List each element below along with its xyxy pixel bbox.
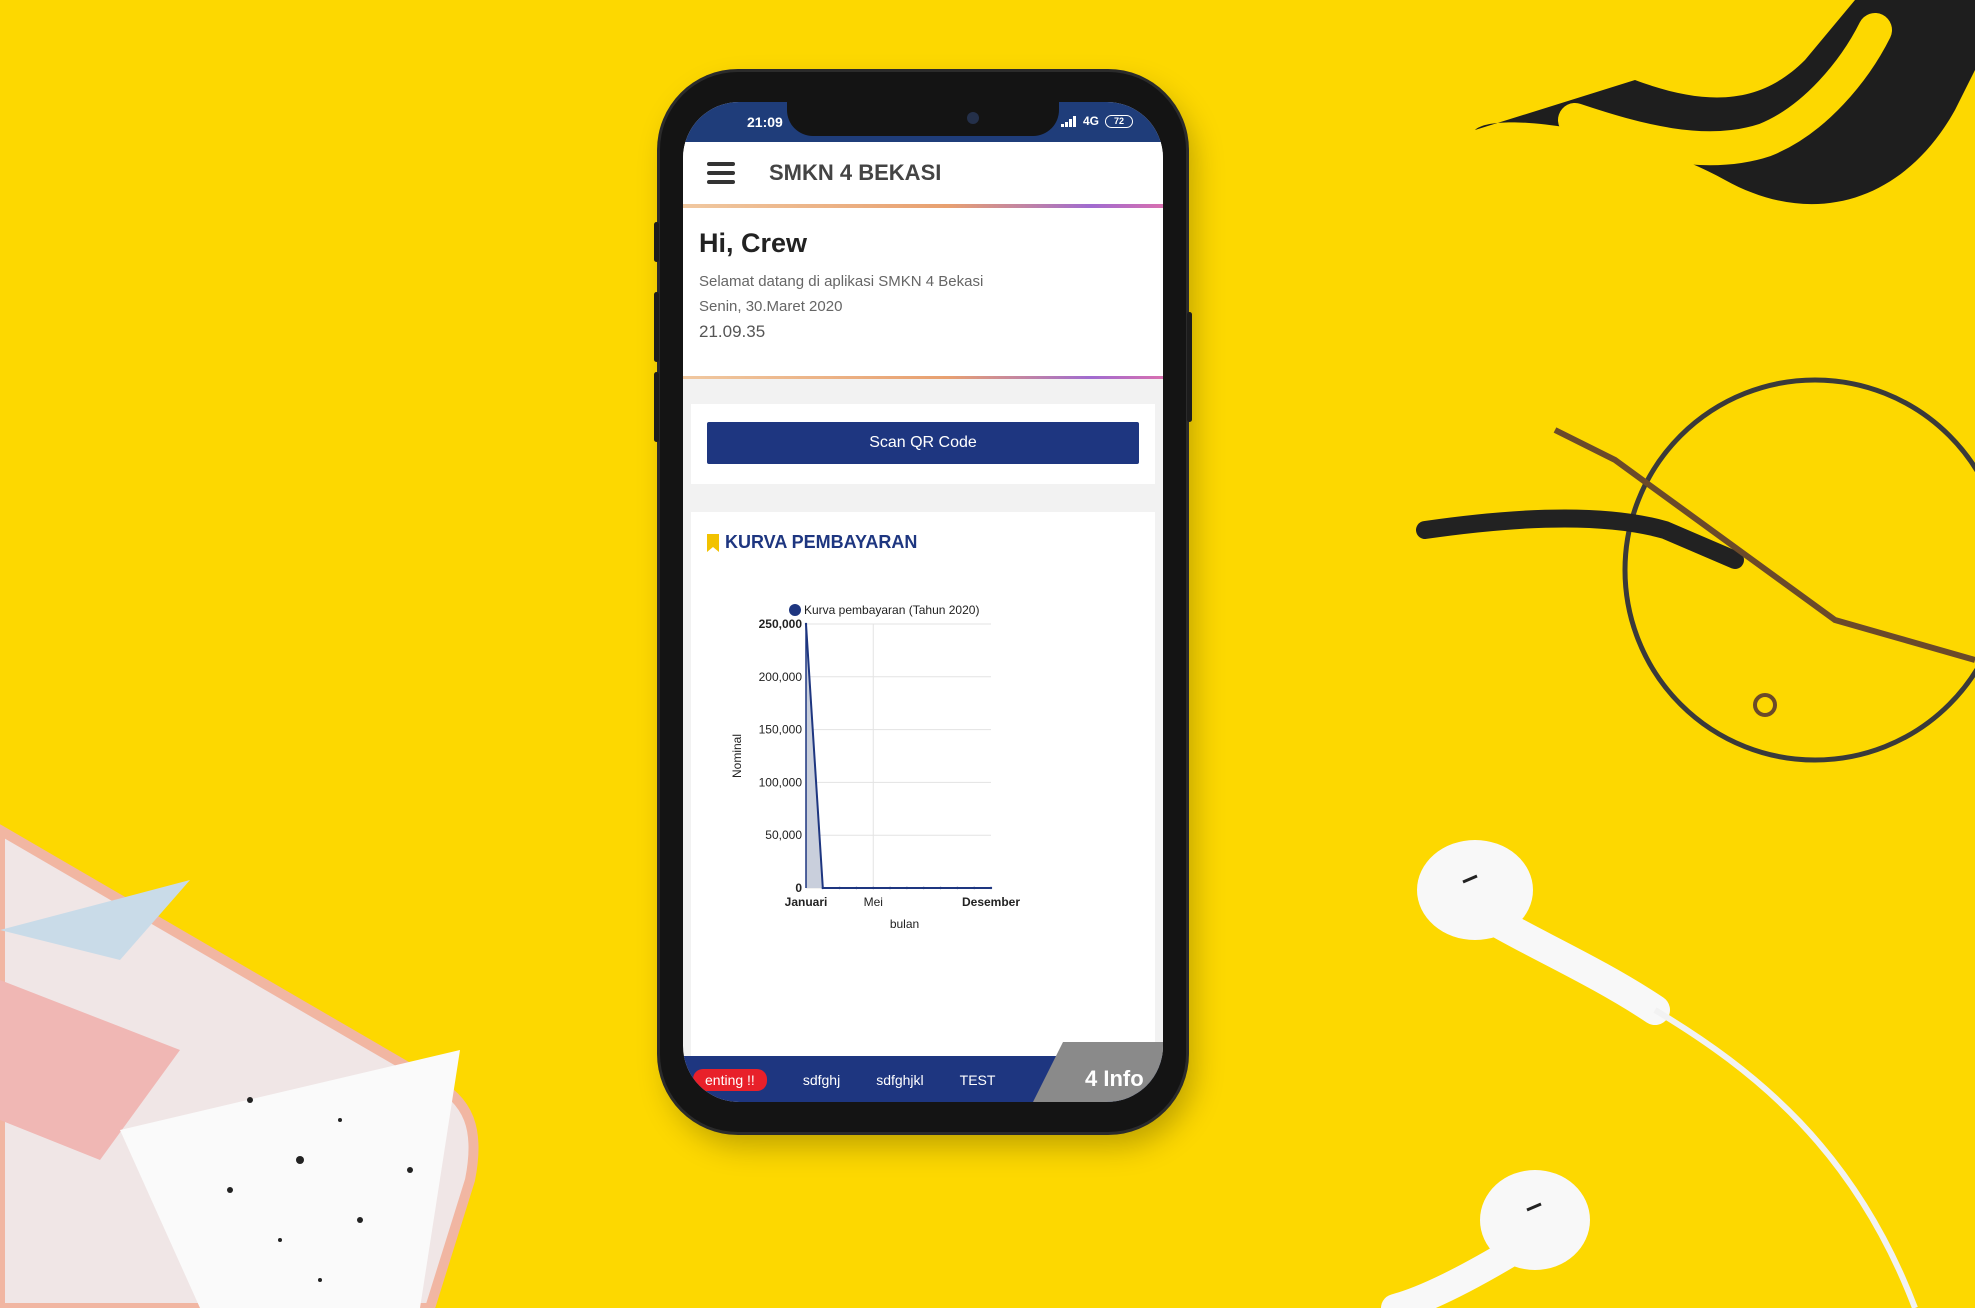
ticker-item[interactable]: sdfghj <box>803 1069 840 1091</box>
data-point <box>838 886 841 890</box>
phone-case-decoration <box>0 824 479 1308</box>
data-point <box>821 886 825 890</box>
y-tick-label: 0 <box>795 881 802 895</box>
current-date: Senin, 30.Maret 2020 <box>699 298 843 315</box>
hamburger-menu-icon[interactable] <box>707 162 735 184</box>
legend-label: Kurva pembayaran (Tahun 2020) <box>804 603 979 617</box>
ticker-item[interactable]: sdfghjkl <box>876 1069 923 1091</box>
y-tick-label: 200,000 <box>759 670 803 684</box>
mute-switch <box>654 222 659 262</box>
bookmark-icon <box>707 533 719 552</box>
camera-notch <box>787 102 1059 136</box>
series-line <box>805 623 991 889</box>
data-point <box>956 886 959 890</box>
battery-icon: 72 <box>1105 114 1133 128</box>
y-tick-label: 250,000 <box>759 617 803 631</box>
x-axis-label: bulan <box>890 917 919 931</box>
x-tick-label: Januari <box>785 895 828 909</box>
glasses-decoration <box>1416 377 1975 763</box>
status-time: 21:09 <box>747 114 783 130</box>
app-bar: SMKN 4 BEKASI <box>683 142 1163 208</box>
data-point <box>872 886 875 890</box>
greeting-title: Hi, Crew <box>699 228 808 258</box>
greeting-card: Hi, Crew Selamat datang di aplikasi SMKN… <box>683 208 1163 379</box>
series-area <box>806 624 991 888</box>
ticker-items: enting !! sdfghj sdfghjkl TEST <box>683 1069 995 1091</box>
earphones-decoration <box>1381 840 1918 1308</box>
power-button <box>1187 312 1192 422</box>
data-point <box>989 886 993 890</box>
y-tick-label: 100,000 <box>759 775 803 789</box>
current-time: 21.09.35 <box>699 322 766 341</box>
data-point <box>855 886 858 890</box>
x-tick-label: Mei <box>864 895 883 909</box>
data-point <box>939 886 942 890</box>
payment-curve-chart: 0 50,000 100,000 150,000 200,000 250,000 Janua… <box>730 603 1020 931</box>
welcome-text: Selamat datang di aplikasi SMKN 4 Bekasi <box>699 273 984 290</box>
scan-card: Scan QR Code <box>691 404 1155 484</box>
section-heading: KURVA PEMBAYARAN <box>707 532 917 553</box>
news-ticker: enting !! sdfghj sdfghjkl TEST 4 Info <box>683 1042 1163 1102</box>
smartphone: 21:09 4G 72 SMKN 4 BEKASI Hi, Crew Selam… <box>654 72 1192 1132</box>
data-point <box>905 886 909 890</box>
network-type: 4G <box>1082 114 1099 128</box>
y-tick-label: 50,000 <box>765 828 802 842</box>
y-tick-label: 150,000 <box>759 723 803 737</box>
app-title: SMKN 4 BEKASI <box>769 160 942 185</box>
volume-down-button <box>654 372 659 442</box>
data-point <box>972 886 976 890</box>
data-point <box>804 622 808 626</box>
phone-screen: 21:09 4G 72 SMKN 4 BEKASI Hi, Crew Selam… <box>683 102 1163 1102</box>
volume-up-button <box>654 292 659 362</box>
section-heading-text: KURVA PEMBAYARAN <box>725 532 918 552</box>
status-indicators: 4G 72 <box>1060 114 1133 128</box>
ticker-item[interactable]: TEST <box>960 1069 996 1091</box>
payment-chart-card: KURVA PEMBAYARAN 0 50,000 100,000 150,000 20… <box>691 512 1155 1072</box>
data-point <box>922 886 925 890</box>
y-axis-label: Nominal <box>730 734 744 778</box>
protractor-decoration <box>1475 0 1975 205</box>
ticker-alert-badge[interactable]: enting !! <box>693 1069 767 1091</box>
scan-qr-button[interactable]: Scan QR Code <box>707 422 1139 464</box>
x-tick-label: Desember <box>962 895 1020 909</box>
signal-icon <box>1060 115 1077 127</box>
legend-marker <box>789 604 801 616</box>
data-point <box>888 886 892 890</box>
